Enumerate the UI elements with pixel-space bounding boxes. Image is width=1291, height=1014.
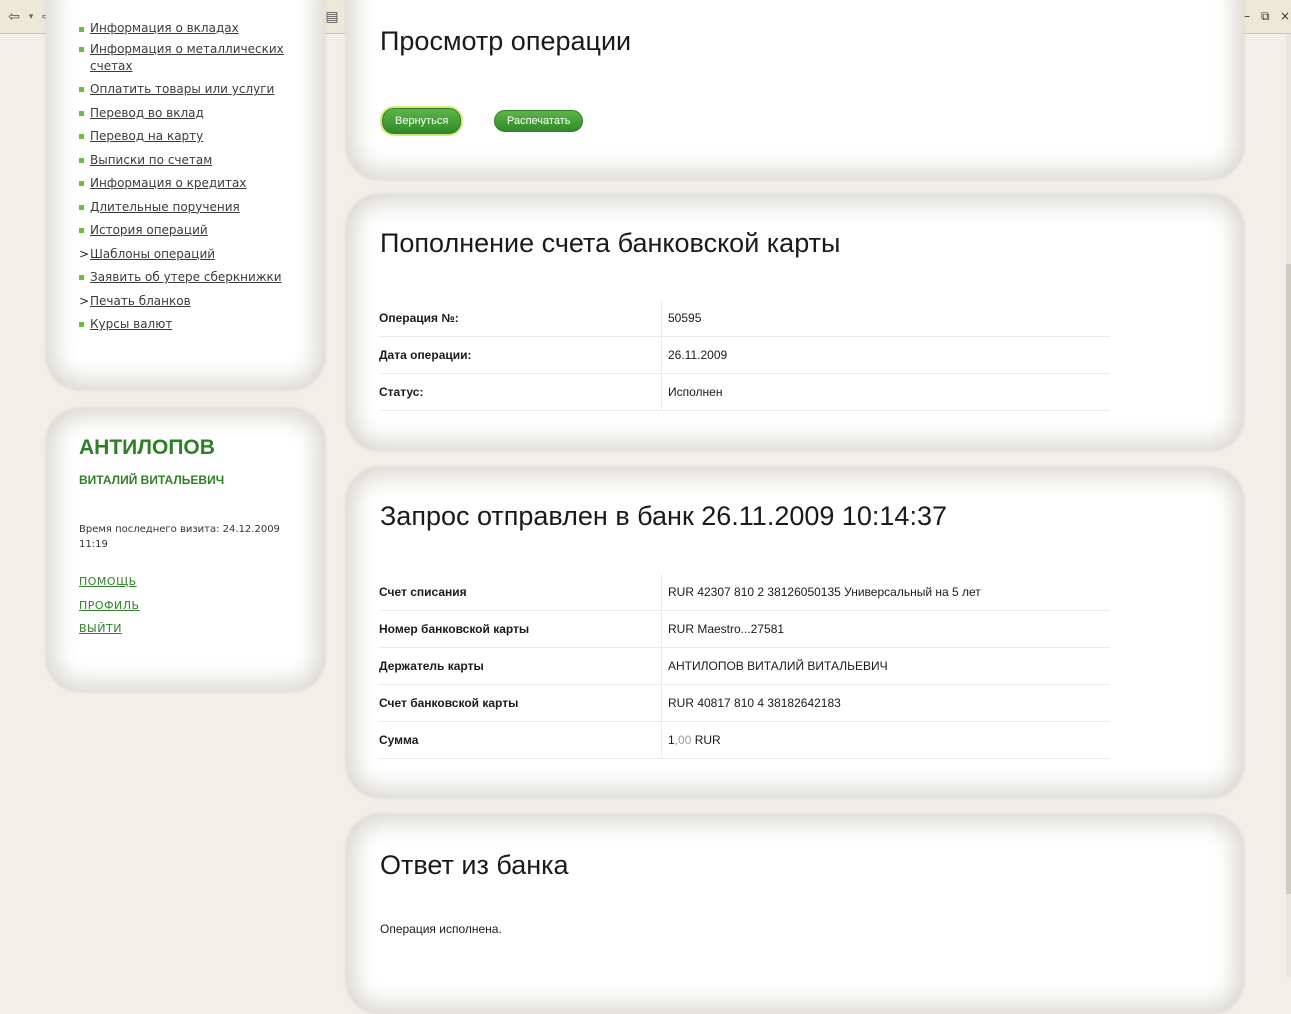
table-row: Сумма 1,00 RUR xyxy=(379,721,1110,759)
sidebar-item-label[interactable]: Курсы валют xyxy=(90,317,172,331)
sidebar-item-label[interactable]: Информация о вкладах xyxy=(90,21,239,35)
back-button[interactable]: Вернуться xyxy=(382,108,462,134)
arrow-icon: > xyxy=(79,246,90,261)
row-key: Счет списания xyxy=(379,574,662,611)
sidebar-item-label[interactable]: История операций xyxy=(90,223,208,237)
user-surname: АНТИЛОПОВ xyxy=(79,436,215,459)
sidebar-item-label[interactable]: Длительные поручения xyxy=(90,200,240,214)
bullet-icon xyxy=(79,228,84,233)
sidebar-item-label[interactable]: Перевод во вклад xyxy=(90,106,204,120)
row-key: Номер банковской карты xyxy=(379,610,662,648)
row-value: RUR 42307 810 2 38126050135 Универсальны… xyxy=(661,574,1110,611)
sidebar-item-pay-goods[interactable]: Оплатить товары или услуги xyxy=(79,78,300,102)
bullet-icon xyxy=(79,27,84,32)
sidebar-item-label[interactable]: Шаблоны операций xyxy=(90,247,215,261)
sidebar-item-history[interactable]: История операций xyxy=(79,219,300,243)
amount-currency: RUR xyxy=(691,733,721,747)
sidebar-item-transfer-card[interactable]: Перевод на карту xyxy=(79,125,300,149)
row-value: 26.11.2009 xyxy=(661,336,1110,374)
row-key: Счет банковской карты xyxy=(379,684,662,722)
vertical-scrollbar[interactable] xyxy=(1286,34,1291,977)
logout-link[interactable]: ВЫЙТИ xyxy=(79,617,140,641)
help-link[interactable]: ПОМОЩЬ xyxy=(79,570,140,594)
close-icon[interactable]: × xyxy=(1280,9,1290,23)
operation-title: Пополнение счета банковской карты xyxy=(380,228,841,258)
dropdown-icon[interactable]: ▾ xyxy=(26,7,36,27)
sidebar-item-label[interactable]: Печать бланков xyxy=(90,294,191,308)
table-row: Счет списания RUR 42307 810 2 3812605013… xyxy=(379,574,1110,611)
row-key: Дата операции: xyxy=(379,336,662,374)
amount-int: 1 xyxy=(668,733,675,747)
request-table: Счет списания RUR 42307 810 2 3812605013… xyxy=(379,574,1110,759)
arrow-icon: > xyxy=(79,293,90,308)
bullet-icon xyxy=(79,47,84,52)
sidebar-item-print-forms[interactable]: > Печать бланков xyxy=(79,290,300,314)
sidebar-item-statements[interactable]: Выписки по счетам xyxy=(79,149,300,173)
row-value: 50595 xyxy=(661,300,1110,337)
bullet-icon xyxy=(79,110,84,116)
row-key: Операция №: xyxy=(379,300,662,337)
user-links: ПОМОЩЬ ПРОФИЛЬ ВЫЙТИ xyxy=(79,570,140,641)
row-value: АНТИЛОПОВ ВИТАЛИЙ ВИТАЛЬЕВИЧ xyxy=(661,647,1110,685)
user-name: ВИТАЛИЙ ВИТАЛЬЕВИЧ xyxy=(79,473,225,487)
sidebar-menu: Информация о вкладах Информация о металл… xyxy=(79,21,300,337)
sidebar-item-deposits-info[interactable]: Информация о вкладах xyxy=(79,18,300,38)
profile-link[interactable]: ПРОФИЛЬ xyxy=(79,594,140,618)
scrollbar-thumb[interactable] xyxy=(1286,264,1291,894)
table-row: Держатель карты АНТИЛОПОВ ВИТАЛИЙ ВИТАЛЬ… xyxy=(379,647,1110,685)
sidebar-item-label[interactable]: Оплатить товары или услуги xyxy=(90,82,274,96)
sidebar-item-metal-accounts[interactable]: Информация о металлических счетах xyxy=(79,38,300,78)
request-title: Запрос отправлен в банк 26.11.2009 10:14… xyxy=(380,501,947,531)
table-row: Счет банковской карты RUR 40817 810 4 38… xyxy=(379,684,1110,722)
page-title: Просмотр операции xyxy=(380,26,632,56)
bullet-icon xyxy=(79,322,84,327)
last-visit-text: Время последнего визита: 24.12.2009 11:1… xyxy=(79,524,280,550)
sidebar-item-label[interactable]: Выписки по счетам xyxy=(90,153,212,167)
bullet-icon xyxy=(79,134,84,139)
print-button[interactable]: Распечатать xyxy=(494,110,584,132)
restore-icon[interactable]: ⧉ xyxy=(1261,9,1270,24)
sidebar-item-exchange-rates[interactable]: Курсы валют xyxy=(79,313,300,337)
sidebar-item-label[interactable]: Заявить об утере сберкнижки xyxy=(90,270,282,284)
table-row: Статус: Исполнен xyxy=(379,373,1110,411)
table-row: Операция №: 50595 xyxy=(379,300,1110,337)
table-row: Номер банковской карты RUR Maestro...275… xyxy=(379,610,1110,648)
amount-cents: ,00 xyxy=(674,733,692,747)
table-row: Дата операции: 26.11.2009 xyxy=(379,336,1110,374)
sidebar-item-credits[interactable]: Информация о кредитах xyxy=(79,172,300,196)
amount-value: 1,00 RUR xyxy=(661,721,1110,759)
row-value: RUR 40817 810 4 38182642183 xyxy=(661,684,1110,722)
row-value: RUR Maestro...27581 xyxy=(661,610,1110,648)
sidebar-item-label[interactable]: Информация о металлических счетах xyxy=(90,42,284,73)
operation-table: Операция №: 50595 Дата операции: 26.11.2… xyxy=(379,300,1110,411)
row-key: Статус: xyxy=(379,373,662,411)
amount-key: Сумма xyxy=(379,721,662,759)
answer-title: Ответ из банка xyxy=(380,850,569,880)
bullet-icon xyxy=(79,181,84,186)
bullet-icon xyxy=(79,157,84,163)
back-icon[interactable]: ⇦ xyxy=(4,7,24,27)
sidebar-item-label[interactable]: Информация о кредитах xyxy=(90,176,246,190)
bullet-icon xyxy=(79,204,84,210)
sidebar-item-transfer-deposit[interactable]: Перевод во вклад xyxy=(79,102,300,126)
sidebar-item-lost-passbook[interactable]: Заявить об утере сберкнижки xyxy=(79,266,300,290)
row-value: Исполнен xyxy=(661,373,1110,411)
answer-text: Операция исполнена. xyxy=(380,922,502,936)
discuss-icon[interactable]: ▤ xyxy=(322,7,342,27)
answer-panel xyxy=(346,814,1244,1014)
minimize-icon[interactable]: – xyxy=(1244,9,1250,23)
bullet-icon xyxy=(79,87,84,92)
sidebar-item-templates[interactable]: > Шаблоны операций xyxy=(79,243,300,267)
row-key: Держатель карты xyxy=(379,647,662,685)
sidebar-item-label[interactable]: Перевод на карту xyxy=(90,129,203,143)
bullet-icon xyxy=(79,275,84,280)
sidebar-item-standing-orders[interactable]: Длительные поручения xyxy=(79,196,300,220)
